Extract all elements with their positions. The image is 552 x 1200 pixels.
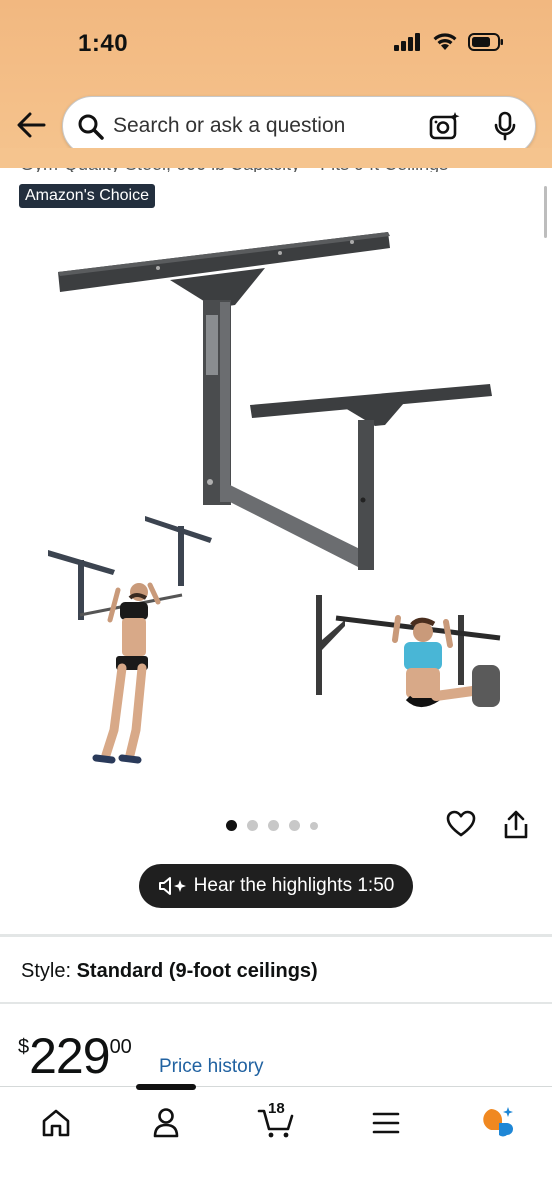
style-label: Style: [21,960,72,982]
account-icon [153,1108,179,1138]
image-pager-dots[interactable] [226,820,318,831]
pager-dot[interactable] [289,820,300,831]
hear-highlights-label: Hear the highlights 1:50 [193,875,395,896]
scroll-indicator [544,186,547,238]
back-arrow-icon [17,112,46,138]
price-history-link[interactable]: Price history [159,1056,264,1078]
small-pull-up-bar [250,384,492,570]
status-icons [394,32,504,51]
share-icon[interactable] [503,810,529,840]
microphone-icon[interactable] [493,111,517,141]
wifi-icon [433,33,457,50]
nav-menu[interactable] [366,1103,406,1143]
price-fraction: 00 [109,1036,132,1058]
section-divider [0,1002,552,1004]
active-nav-indicator [136,1084,196,1090]
nav-rufus[interactable] [476,1103,516,1143]
speaker-sparkle-icon [158,877,186,895]
search-input[interactable] [113,109,403,143]
status-time: 1:40 [78,30,129,57]
section-divider [0,934,552,937]
home-icon [42,1109,70,1137]
price-currency: $ [18,1036,30,1058]
camera-search-icon[interactable] [429,111,461,141]
battery-icon [468,32,503,51]
nav-account[interactable] [146,1103,186,1143]
search-icon [78,114,104,140]
menu-icon [372,1112,400,1134]
search-bar[interactable] [62,96,536,156]
cart-count-badge: 18 [268,1100,285,1117]
pager-dot[interactable] [310,821,318,830]
wishlist-heart-icon[interactable] [446,810,476,838]
style-value: Standard (9-foot ceilings) [76,960,318,982]
pager-dot[interactable] [247,820,258,831]
nav-home[interactable] [36,1103,76,1143]
pager-dot[interactable] [268,820,279,831]
woman-leg-raise-figure [392,615,500,707]
price: $ 229 00 [18,1030,132,1082]
app-header: 1:40 [0,0,552,168]
pager-dot[interactable] [226,820,237,831]
cellular-signal-icon [394,32,420,51]
status-bar: 1:40 [0,0,552,90]
header-bottom-edge [0,148,552,168]
back-button[interactable] [14,108,48,142]
style-selector[interactable]: Style: Standard (9-foot ceilings) [21,960,318,983]
amazons-choice-badge: Amazon's Choice [19,184,155,208]
product-image[interactable] [40,220,510,780]
hear-highlights-button[interactable]: Hear the highlights 1:50 [139,864,413,908]
price-whole: 229 [29,1028,110,1084]
rufus-icon [483,1107,513,1137]
